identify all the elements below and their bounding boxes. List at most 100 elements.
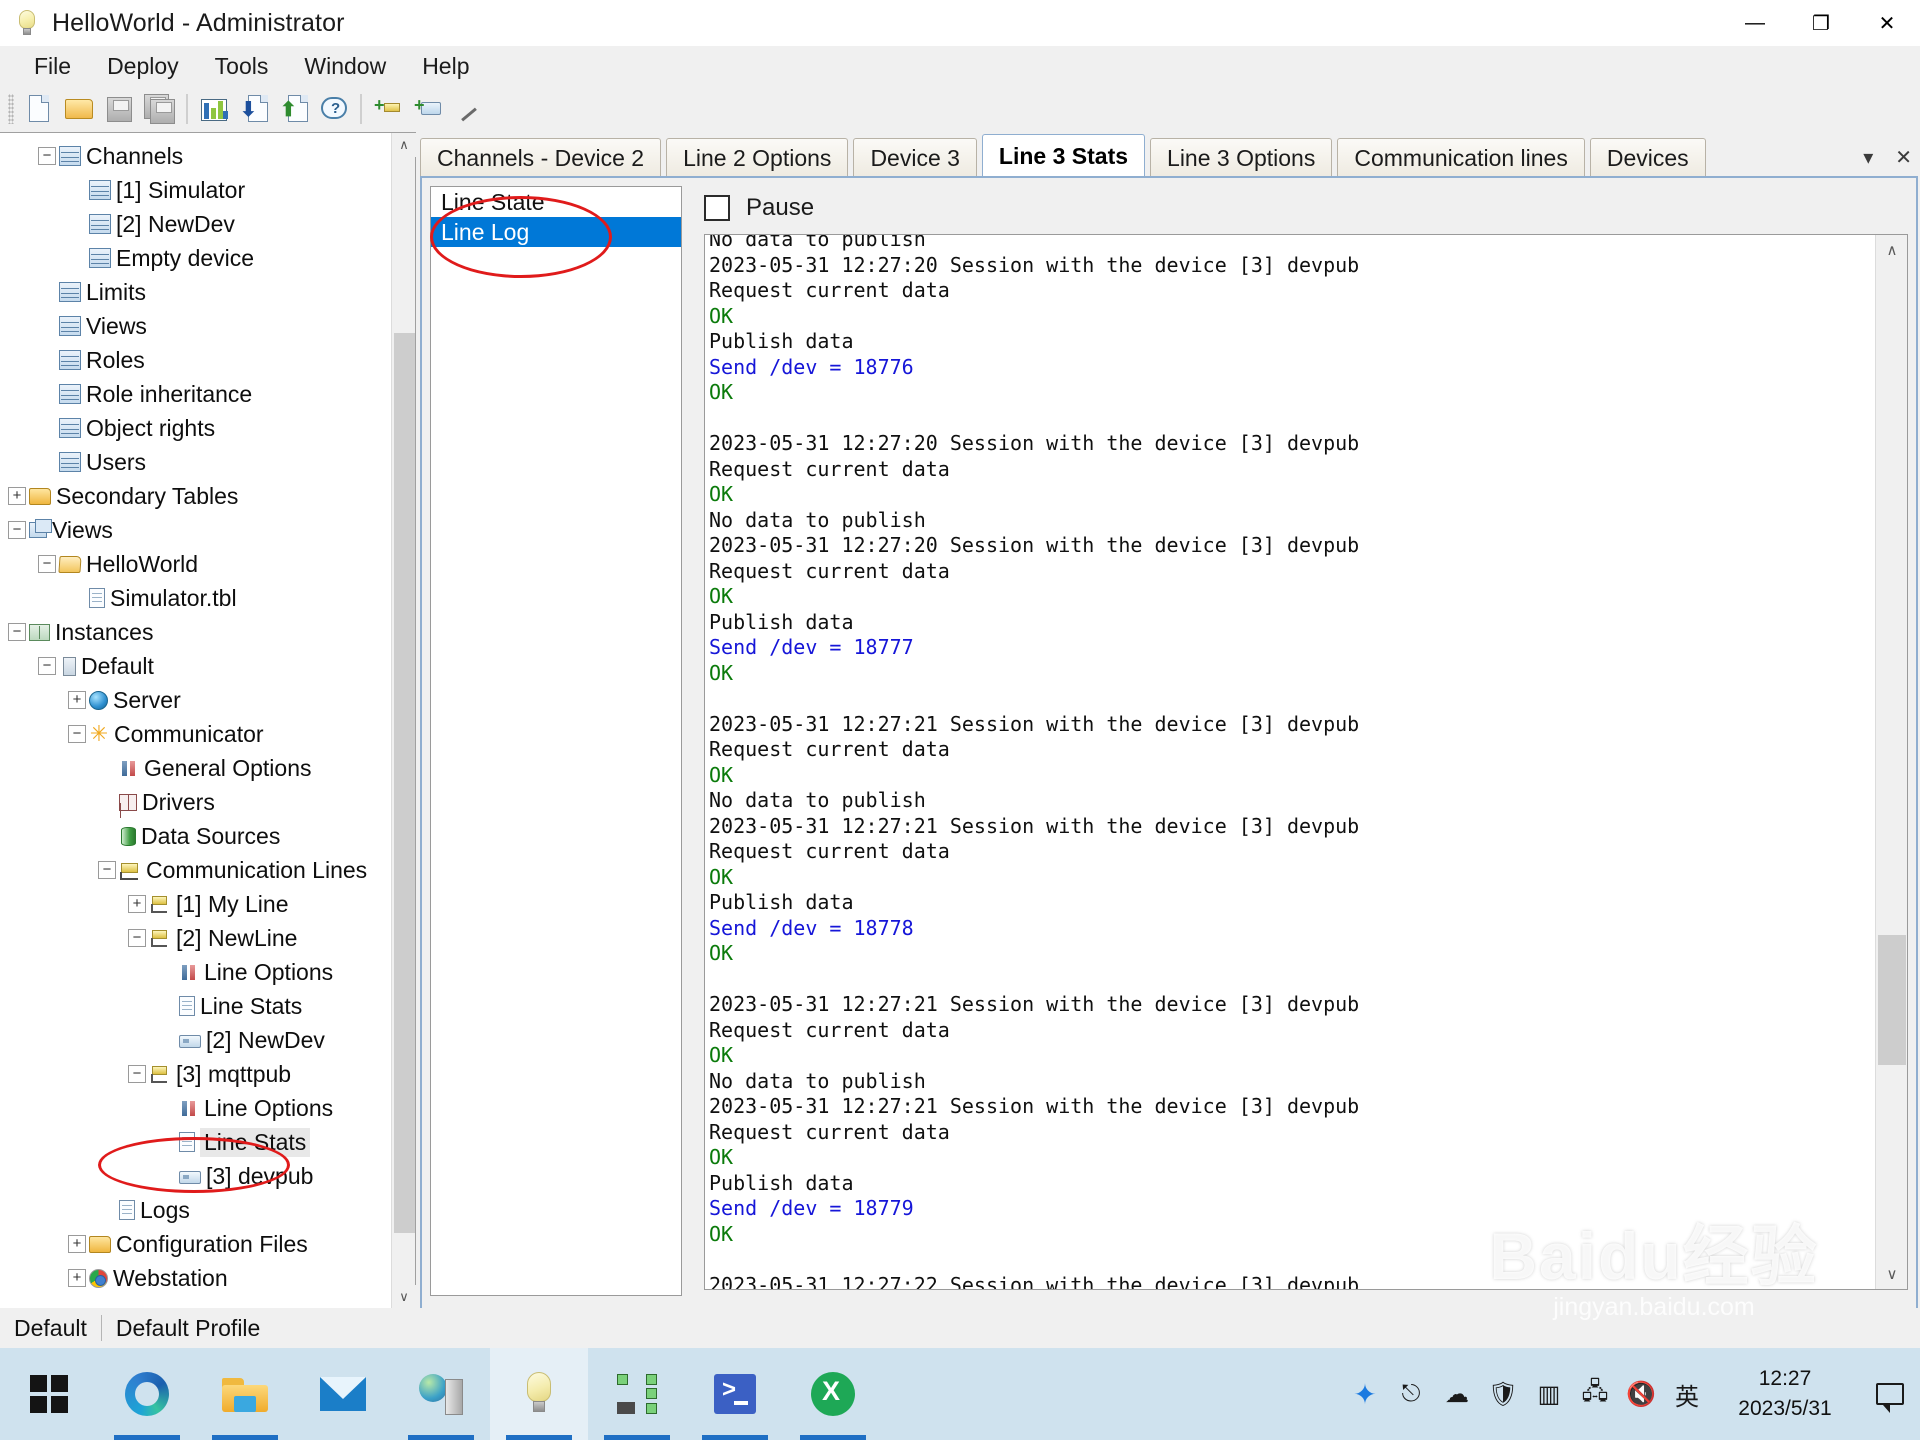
file-explorer-icon[interactable] xyxy=(196,1348,294,1440)
tree-item-2-newdev[interactable]: [2] NewDev xyxy=(0,1023,415,1057)
usb-eject-icon[interactable]: ⎋ xyxy=(1388,1348,1434,1440)
defender-icon[interactable]: 🛡 xyxy=(1480,1348,1526,1440)
tree-item-role-inheritance[interactable]: Role inheritance xyxy=(0,377,415,411)
tab-line-3-options[interactable]: Line 3 Options xyxy=(1150,138,1333,178)
tab-line-3-stats[interactable]: Line 3 Stats xyxy=(981,134,1146,178)
wand-icon[interactable] xyxy=(448,89,488,129)
open-folder-icon[interactable] xyxy=(60,89,100,129)
stats-section-list[interactable]: Line State Line Log xyxy=(430,186,682,1296)
tab-line-2-options[interactable]: Line 2 Options xyxy=(666,138,849,178)
log-output-box[interactable]: No data to publish 2023-05-31 12:27:20 Se… xyxy=(704,234,1908,1290)
tree-item-users[interactable]: Users xyxy=(0,445,415,479)
tree-item-line-stats[interactable]: Line Stats xyxy=(0,989,415,1023)
mail-icon[interactable] xyxy=(294,1348,392,1440)
tree-item-1-simulator[interactable]: [1] Simulator xyxy=(0,173,415,207)
help-icon[interactable]: ? xyxy=(314,89,354,129)
tree-item-2-newline[interactable]: − [2] NewLine xyxy=(0,921,415,955)
tree-scrollbar[interactable]: ∧ ∨ xyxy=(391,133,416,1309)
download-icon[interactable]: ⬇ xyxy=(234,89,274,129)
minimize-button[interactable]: — xyxy=(1722,0,1788,46)
collapse-icon[interactable]: − xyxy=(68,725,86,743)
tree-item-line-stats[interactable]: Line Stats xyxy=(0,1125,415,1159)
maximize-button[interactable]: ❐ xyxy=(1788,0,1854,46)
menu-deploy[interactable]: Deploy xyxy=(89,48,197,84)
tree-item-simulator-tbl[interactable]: Simulator.tbl xyxy=(0,581,415,615)
upload-icon[interactable]: ⬆ xyxy=(274,89,314,129)
log-scroll-up-button[interactable]: ∧ xyxy=(1876,235,1907,265)
expand-icon[interactable]: + xyxy=(68,1235,86,1253)
tree-item-3-devpub[interactable]: [3] devpub xyxy=(0,1159,415,1193)
tree-item-drivers[interactable]: Drivers xyxy=(0,785,415,819)
notification-icon[interactable] xyxy=(1860,1348,1920,1440)
edge-icon[interactable] xyxy=(98,1348,196,1440)
save-icon[interactable] xyxy=(100,89,140,129)
powershell-icon[interactable] xyxy=(686,1348,784,1440)
close-icon[interactable]: ✕ xyxy=(1895,145,1912,170)
ime-icon[interactable]: 英 xyxy=(1664,1348,1710,1440)
tree-scroll-thumb[interactable] xyxy=(394,333,415,1233)
collapse-icon[interactable]: − xyxy=(8,623,26,641)
project-tree[interactable]: − Channels [1] Simulator [2] NewDev Empty de… xyxy=(0,133,415,1295)
tree-item-default[interactable]: − Default xyxy=(0,649,415,683)
collapse-icon[interactable]: − xyxy=(38,555,56,573)
tab-devices[interactable]: Devices xyxy=(1589,138,1706,178)
add-line-icon[interactable]: + xyxy=(368,89,408,129)
tree-item-channels[interactable]: − Channels xyxy=(0,139,415,173)
chevron-down-icon[interactable]: ▾ xyxy=(1863,145,1873,170)
tree-item-logs[interactable]: Logs xyxy=(0,1193,415,1227)
administrator-bulb-icon[interactable] xyxy=(490,1348,588,1440)
tree-item-1-my-line[interactable]: + [1] My Line xyxy=(0,887,415,921)
list-item-line-state[interactable]: Line State xyxy=(431,187,681,217)
tree-item-general-options[interactable]: General Options xyxy=(0,751,415,785)
tree-scroll-up-button[interactable]: ∧ xyxy=(392,133,416,157)
tree-item-line-options[interactable]: Line Options xyxy=(0,1091,415,1125)
tree-item-server[interactable]: + Server xyxy=(0,683,415,717)
windows-start-icon[interactable] xyxy=(0,1348,98,1440)
tab-channels-device-2[interactable]: Channels - Device 2 xyxy=(420,138,662,178)
expand-icon[interactable]: + xyxy=(8,487,26,505)
tree-item-roles[interactable]: Roles xyxy=(0,343,415,377)
add-device-icon[interactable]: + xyxy=(408,89,448,129)
tree-scroll-down-button[interactable]: ∨ xyxy=(392,1285,416,1309)
tree-item-line-options[interactable]: Line Options xyxy=(0,955,415,989)
vmware-icon[interactable]: ▥ xyxy=(1526,1348,1572,1440)
network-icon[interactable]: 🖧 xyxy=(1572,1348,1618,1440)
new-file-icon[interactable] xyxy=(20,89,60,129)
expand-icon[interactable]: + xyxy=(68,1269,86,1287)
log-scrollbar[interactable]: ∧ ∨ xyxy=(1875,235,1907,1289)
tree-item-views[interactable]: Views xyxy=(0,309,415,343)
save-all-icon[interactable] xyxy=(140,89,180,129)
expand-icon[interactable]: + xyxy=(128,895,146,913)
tree-item-empty-device[interactable]: Empty device xyxy=(0,241,415,275)
volume-muted-icon[interactable]: 🔇 xyxy=(1618,1348,1664,1440)
onedrive-offline-icon[interactable]: ☁ xyxy=(1434,1348,1480,1440)
tree-item-3-mqttpub[interactable]: − [3] mqttpub xyxy=(0,1057,415,1091)
communicator-icon[interactable] xyxy=(588,1348,686,1440)
tree-item-instances[interactable]: − Instances xyxy=(0,615,415,649)
log-scroll-down-button[interactable]: ∨ xyxy=(1876,1259,1907,1289)
tree-item-configuration-files[interactable]: + Configuration Files xyxy=(0,1227,415,1261)
menu-window[interactable]: Window xyxy=(286,48,404,84)
menu-help[interactable]: Help xyxy=(404,48,487,84)
bluetooth-icon[interactable]: ✦ xyxy=(1342,1348,1388,1440)
tree-item-limits[interactable]: Limits xyxy=(0,275,415,309)
collapse-icon[interactable]: − xyxy=(128,1065,146,1083)
collapse-icon[interactable]: − xyxy=(38,657,56,675)
menu-file[interactable]: File xyxy=(16,48,89,84)
collapse-icon[interactable]: − xyxy=(128,929,146,947)
server-manager-icon[interactable] xyxy=(392,1348,490,1440)
taskbar-clock[interactable]: 12:27 2023/5/31 xyxy=(1710,1348,1860,1440)
tab-device-3[interactable]: Device 3 xyxy=(853,138,977,178)
pause-checkbox[interactable] xyxy=(704,195,730,221)
collapse-icon[interactable]: − xyxy=(8,521,26,539)
list-item-line-log[interactable]: Line Log xyxy=(431,217,681,247)
close-button[interactable]: ✕ xyxy=(1854,0,1920,46)
tree-item-helloworld[interactable]: − HelloWorld xyxy=(0,547,415,581)
log-scroll-thumb[interactable] xyxy=(1878,935,1906,1065)
collapse-icon[interactable]: − xyxy=(38,147,56,165)
tab-communication-lines[interactable]: Communication lines xyxy=(1337,138,1585,178)
menu-tools[interactable]: Tools xyxy=(197,48,287,84)
toolbar-grip[interactable] xyxy=(8,94,14,124)
tree-item-data-sources[interactable]: Data Sources xyxy=(0,819,415,853)
tree-item-webstation[interactable]: + Webstation xyxy=(0,1261,415,1295)
